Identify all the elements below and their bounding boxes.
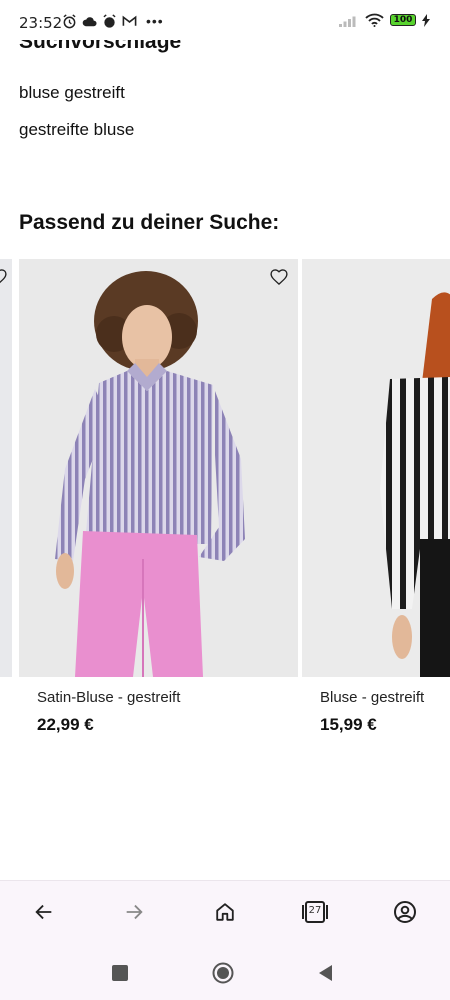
- status-bar: 23:52 ••• 100: [0, 0, 450, 40]
- product-name[interactable]: Bluse - gestreift: [320, 689, 424, 706]
- status-time: 23:52: [19, 14, 63, 32]
- back-button[interactable]: [29, 897, 59, 927]
- forward-button[interactable]: [119, 897, 149, 927]
- more-notifications-icon: •••: [146, 13, 164, 29]
- cloud-icon: [82, 16, 97, 26]
- browser-toolbar: 27: [0, 880, 450, 946]
- section-title: Passend zu deiner Suche:: [19, 211, 280, 234]
- product-image[interactable]: [19, 259, 298, 677]
- home-button[interactable]: [210, 897, 240, 927]
- suggestion-item[interactable]: gestreifte bluse: [19, 120, 134, 140]
- battery-icon: 100: [390, 14, 416, 26]
- product-card-previous[interactable]: [0, 259, 12, 677]
- gmail-icon: [122, 15, 137, 26]
- alarm-icon-2: [103, 13, 116, 28]
- signal-icon: [339, 16, 356, 27]
- alarm-icon: [63, 13, 76, 28]
- notification-icons: •••: [62, 13, 164, 29]
- product-price: 22,99 €: [37, 715, 94, 734]
- home-circle-icon[interactable]: [212, 962, 234, 984]
- system-status-icons: 100: [339, 13, 430, 27]
- account-circle-icon: [394, 901, 416, 923]
- heart-outline-icon[interactable]: [269, 267, 289, 287]
- product-card[interactable]: [302, 259, 450, 677]
- suggestion-item[interactable]: bluse gestreift: [19, 83, 125, 103]
- heart-outline-icon[interactable]: [0, 267, 8, 287]
- charging-icon: [422, 13, 430, 27]
- product-price: 15,99 €: [320, 715, 377, 734]
- home-icon: [216, 903, 234, 921]
- arrow-right-icon: [126, 904, 143, 920]
- account-button[interactable]: [390, 897, 420, 927]
- back-triangle-icon[interactable]: [315, 962, 337, 984]
- product-card[interactable]: [19, 259, 298, 677]
- product-image[interactable]: [302, 259, 450, 677]
- recent-apps-icon[interactable]: [109, 962, 131, 984]
- tabs-button[interactable]: 27: [300, 897, 330, 927]
- product-name[interactable]: Satin-Bluse - gestreift: [37, 689, 180, 706]
- arrow-left-icon: [35, 904, 52, 920]
- tabs-count: 27: [308, 905, 322, 916]
- wifi-icon: [365, 13, 384, 27]
- system-navigation-bar: [0, 946, 450, 1000]
